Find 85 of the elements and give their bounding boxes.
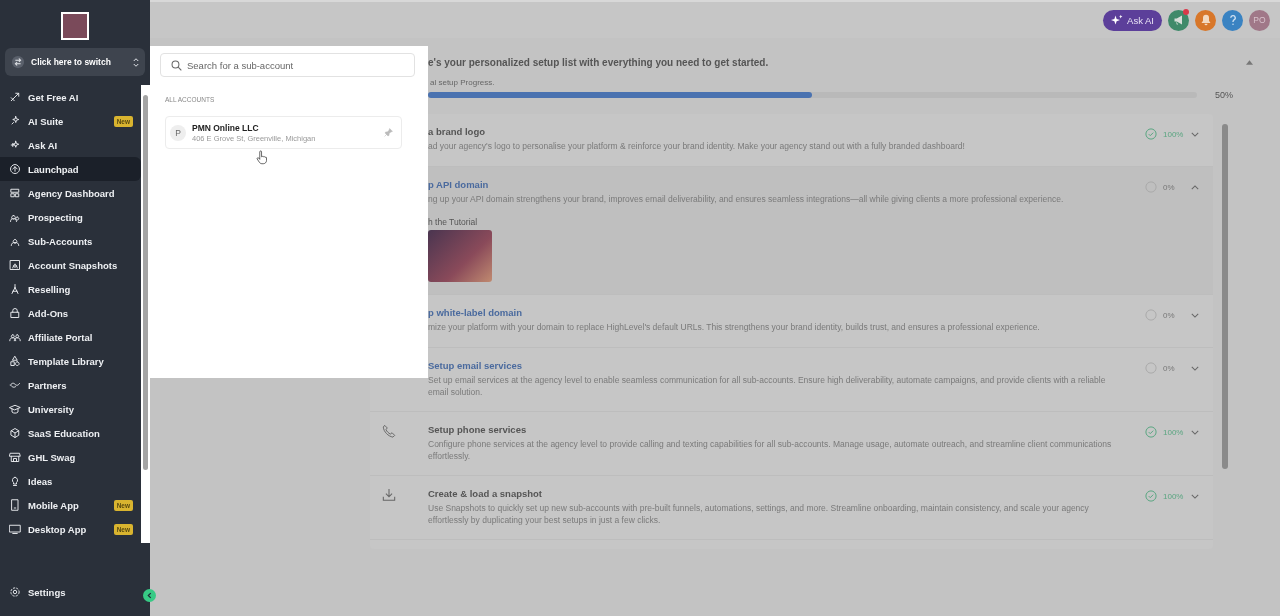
chevron-down-icon[interactable]	[1191, 312, 1199, 318]
sidebar-item[interactable]: Reselling	[0, 277, 141, 301]
chevron-down-icon[interactable]	[1191, 132, 1199, 137]
sidebar-item[interactable]: Agency Dashboard	[0, 181, 141, 205]
menu-item-icon	[9, 91, 21, 103]
sidebar-item[interactable]: Add-Ons	[0, 301, 141, 325]
search-field[interactable]: Search for a sub-account	[160, 53, 415, 77]
bell-icon	[1199, 14, 1212, 26]
chevron-down-icon[interactable]	[1191, 493, 1199, 499]
ask-ai-button[interactable]: Ask AI	[1103, 9, 1162, 31]
sidebar-item[interactable]: Template Library	[0, 349, 141, 373]
sidebar-item[interactable]: Launchpad	[0, 157, 141, 181]
sidebar-item[interactable]: Ask AI	[0, 133, 141, 157]
account-name: PMN Online LLC	[192, 122, 260, 133]
collapse-icon[interactable]	[1246, 59, 1253, 65]
menu-item-icon	[9, 499, 21, 511]
empty-circle-icon	[1145, 308, 1157, 321]
task-description: Configure phone services at the agency level to provide calling and texting capabilities for all sub-accounts. Manage usage, automate outreach, and streamline client communications effortlessly.	[428, 437, 1113, 463]
sidebar-item[interactable]: Affiliate Portal	[0, 325, 141, 349]
sidebar-item[interactable]: SaaS Education	[0, 421, 141, 445]
task-description: Use Snapshots to quickly set up new sub-accounts with pre-built funnels, automations, settings, and more. Streamline onboarding, maintain consistency, and scale your agency effortlessly by duplicating your best setups in just a few clicks.	[428, 501, 1090, 527]
progress-percent: 50%	[1215, 90, 1233, 100]
hand-cursor-icon	[256, 150, 268, 165]
menu-item-icon	[9, 331, 21, 343]
sidebar-item[interactable]: Sub-Accounts	[0, 229, 141, 253]
sparkle-icon	[1111, 14, 1124, 26]
download-icon	[382, 487, 396, 502]
check-circle-icon	[1145, 425, 1157, 438]
chevron-up-icon[interactable]	[1191, 185, 1199, 190]
menu-item-icon	[9, 523, 21, 535]
setup-intro-text: e's your personalized setup list with everything you need to get started.	[428, 56, 770, 68]
menu-item-icon	[9, 139, 21, 151]
sidebar-item[interactable]: Ideas	[0, 469, 141, 493]
menu-item-icon	[9, 475, 21, 487]
menu-item-icon	[9, 115, 21, 127]
sidebar-item[interactable]: Account Snapshots	[0, 253, 141, 277]
pin-icon[interactable]	[384, 128, 393, 137]
task-percent: 100%	[1163, 490, 1185, 501]
settings-icon	[9, 586, 21, 598]
notifications-button[interactable]	[1195, 9, 1216, 31]
menu-item-icon	[9, 403, 21, 415]
menu-item-icon	[9, 427, 21, 439]
video-thumbnail[interactable]	[428, 229, 492, 282]
task-percent: 0%	[1163, 362, 1176, 373]
menu-item-icon	[9, 355, 21, 367]
account-switch-button[interactable]: Click here to switch	[5, 48, 145, 76]
task-title[interactable]: Create & load a snapshot	[428, 487, 543, 499]
menu-item-icon	[9, 283, 21, 295]
avatar-placeholder[interactable]	[61, 12, 89, 40]
sidebar-item[interactable]: GHL Swag	[0, 445, 141, 469]
collapse-toggle-icon[interactable]	[143, 589, 156, 602]
menu-item-icon	[9, 451, 21, 463]
sidebar-item[interactable]: Partners	[0, 373, 141, 397]
check-circle-icon	[1145, 128, 1157, 140]
menu-item-icon	[9, 259, 21, 271]
task-title[interactable]: Setup phone services	[428, 423, 527, 435]
settings-item[interactable]: Settings	[0, 582, 75, 602]
task-percent: 100%	[1163, 129, 1185, 139]
menu-item-icon	[9, 187, 21, 199]
menu-item-icon	[9, 163, 21, 175]
task-title[interactable]: a brand logo	[428, 126, 485, 137]
empty-circle-icon	[1145, 361, 1157, 374]
scrollbar[interactable]	[141, 85, 150, 543]
sidebar-item[interactable]: University	[0, 397, 141, 421]
task-description: Set up email services at the agency level to enable seamless communication for all sub-accounts. Ensure high deliverability, automate campaigns, and provide clients with a reliable email solution.	[428, 373, 1107, 399]
sidebar-item[interactable]: Get Free AI	[0, 85, 141, 109]
account-initial: P	[170, 124, 186, 141]
check-circle-icon	[1145, 489, 1157, 502]
task-percent: 100%	[1163, 426, 1185, 437]
search-icon	[171, 60, 182, 71]
task-percent: 0%	[1163, 309, 1176, 320]
menu-item-icon	[9, 307, 21, 319]
announcement-button[interactable]	[1168, 9, 1189, 31]
megaphone-icon	[1172, 14, 1185, 26]
tutorial-label: h the Tutorial	[428, 216, 479, 227]
progress-label: al setup Progress.	[429, 78, 496, 87]
sidebar-item[interactable]: Prospecting	[0, 205, 141, 229]
task-description: mize your platform with your domain to replace HighLevel's default URLs. This strengthens your brand identity, builds trust, and ensures a professional experience.	[428, 320, 1041, 333]
chevron-down-icon[interactable]	[1191, 429, 1199, 435]
task-description: ad your agency's logo to personalise your platform & reinforce your brand identity. Make your agency stand out with a fully branded dashboard!	[428, 140, 966, 153]
help-button[interactable]	[1222, 9, 1243, 31]
switch-icon	[11, 55, 25, 69]
phone-icon	[382, 423, 396, 438]
updown-icon	[133, 56, 139, 68]
chevron-down-icon[interactable]	[1191, 365, 1199, 371]
